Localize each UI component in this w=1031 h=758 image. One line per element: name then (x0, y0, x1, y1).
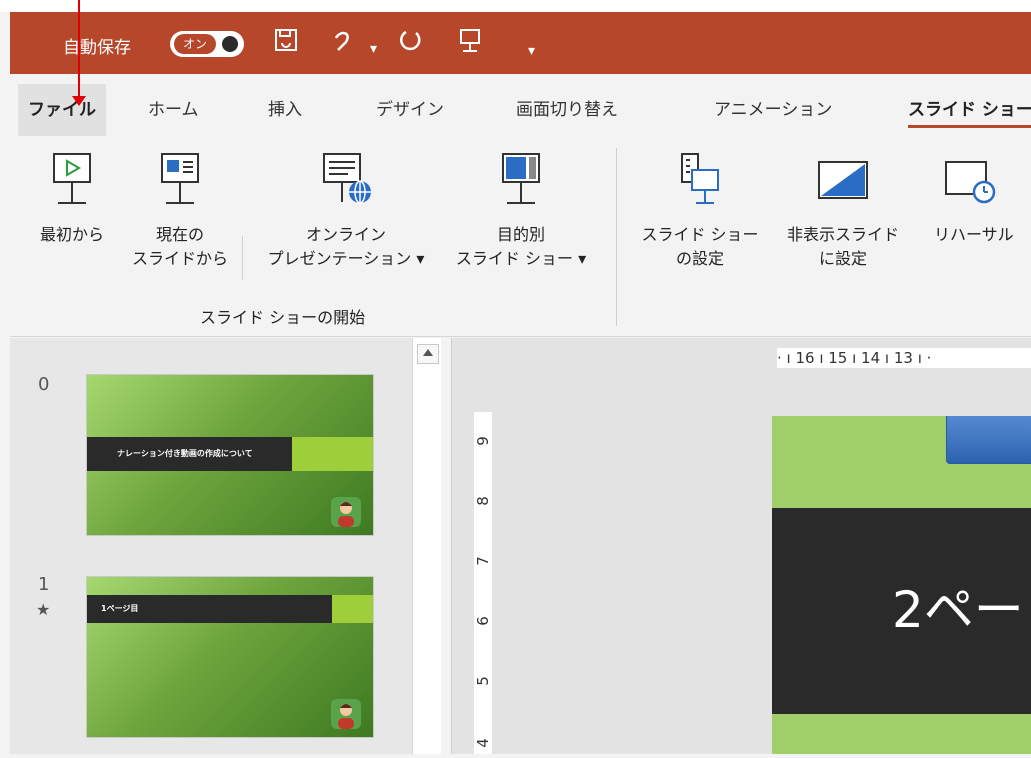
online-presentation-label-1: オンライン (305, 225, 386, 244)
slide-thumbnail-pane: 0 ナレーション付き動画の作成について 1 ★ 1ページ目 (10, 338, 440, 754)
slide-number-0: 0 (38, 374, 50, 395)
group-label-start-slide-show: スライド ショーの開始 (200, 308, 366, 327)
custom-slide-show-icon (446, 152, 596, 217)
horizontal-ruler: · ı 16 ı 15 ı 14 ı 13 ı · (777, 348, 1031, 368)
from-current-label-2: スライドから (131, 249, 228, 268)
title-bar (10, 12, 1031, 74)
thumbnail-title-1: 1ページ目 (87, 595, 332, 623)
tab-insert[interactable]: 挿入 (268, 84, 302, 136)
customize-qat-icon[interactable]: ▾ (528, 36, 535, 66)
ribbon-tabs: ファイル ホーム 挿入 デザイン 画面切り替え アニメーション スライド ショー (10, 84, 1031, 136)
annotation-arrow-head (72, 96, 86, 106)
hide-slide-icon (768, 152, 918, 217)
slide-canvas[interactable]: 2ペー (772, 416, 1031, 754)
hide-slide-label-2: に設定 (818, 249, 867, 268)
hide-slide-label-1: 非表示スライド (786, 225, 899, 244)
vruler-label: 6 (474, 616, 492, 626)
tab-home[interactable]: ホーム (148, 84, 199, 136)
ribbon-group-divider (616, 148, 617, 326)
rehearse-timings-label: リハーサル (934, 225, 1014, 244)
custom-slide-show-button[interactable]: 目的別 スライド ショー ▾ (446, 152, 596, 271)
tab-file[interactable]: ファイル (18, 84, 106, 136)
thumbnail-scrollbar[interactable] (412, 338, 441, 754)
rehearse-timings-icon (940, 152, 1030, 217)
vruler-label: 8 (474, 496, 492, 506)
undo-dropdown-icon[interactable]: ▾ (370, 34, 377, 64)
scroll-up-arrow-icon[interactable] (417, 344, 439, 364)
slide-thumbnail-1[interactable]: 1ページ目 (86, 576, 374, 738)
current-slide-icon (120, 152, 240, 217)
redo-icon[interactable] (398, 28, 424, 54)
window-top-strip (0, 0, 1031, 12)
online-presentation-icon (246, 152, 446, 217)
slide-editor: · ı 16 ı 15 ı 14 ı 13 ı · 9 8 7 6 5 4 2ペ… (451, 338, 1031, 754)
save-icon[interactable] (274, 28, 298, 52)
tab-design[interactable]: デザイン (376, 84, 444, 136)
custom-slide-show-label-1: 目的別 (496, 225, 545, 244)
setup-slide-show-label-1: スライド ショー (641, 225, 759, 244)
vruler-label: 7 (474, 556, 492, 566)
hide-slide-button[interactable]: 非表示スライド に設定 (768, 152, 918, 271)
ribbon-divider (242, 236, 243, 280)
setup-slide-show-button[interactable]: スライド ショー の設定 (630, 152, 770, 271)
setup-slide-show-icon (630, 152, 770, 217)
toggle-knob (222, 36, 238, 52)
autosave-label: 自動保存 (63, 38, 131, 58)
custom-slide-show-label-2: スライド ショー ▾ (455, 249, 587, 268)
undo-icon[interactable] (332, 28, 358, 54)
slide-title-text[interactable]: 2ペー (892, 570, 1024, 642)
setup-slide-show-label-2: の設定 (675, 249, 724, 268)
ribbon-body: 最初から 現在の スライドから オンライン プレゼンテーション ▾ 目的別 スラ… (10, 136, 1031, 337)
online-presentation-button[interactable]: オンライン プレゼンテーション ▾ (246, 152, 446, 271)
autosave-toggle[interactable]: オン (170, 31, 244, 57)
slide-blue-shape[interactable] (946, 416, 1031, 464)
avatar-icon (331, 699, 361, 729)
annotation-arrow (78, 0, 80, 100)
animation-star-icon: ★ (36, 600, 51, 619)
thumbnail-title-0: ナレーション付き動画の作成について (87, 437, 292, 471)
present-from-start-icon[interactable] (458, 28, 482, 54)
thumbnail-accent-0 (292, 437, 373, 471)
vruler-label: 9 (474, 436, 492, 446)
from-beginning-button[interactable]: 最初から (24, 152, 120, 247)
online-presentation-label-2: プレゼンテーション ▾ (267, 249, 425, 268)
toggle-on-label: オン (174, 34, 216, 54)
tab-transitions[interactable]: 画面切り替え (516, 84, 618, 136)
tab-slide-show[interactable]: スライド ショー (908, 84, 1031, 136)
from-beginning-label: 最初から (39, 225, 104, 244)
tab-animations[interactable]: アニメーション (714, 84, 832, 136)
slide-number-1: 1 (38, 574, 50, 595)
from-current-label-1: 現在の (155, 225, 204, 244)
vruler-label: 5 (474, 676, 492, 686)
rehearse-timings-button[interactable]: リハーサル (920, 152, 1030, 247)
avatar-icon (331, 497, 361, 527)
slide-thumbnail-0[interactable]: ナレーション付き動画の作成について (86, 374, 374, 536)
from-current-button[interactable]: 現在の スライドから (120, 152, 240, 271)
thumbnail-accent-1 (332, 595, 373, 623)
play-slide-icon (24, 152, 120, 217)
vertical-ruler: 9 8 7 6 5 4 (474, 412, 492, 754)
